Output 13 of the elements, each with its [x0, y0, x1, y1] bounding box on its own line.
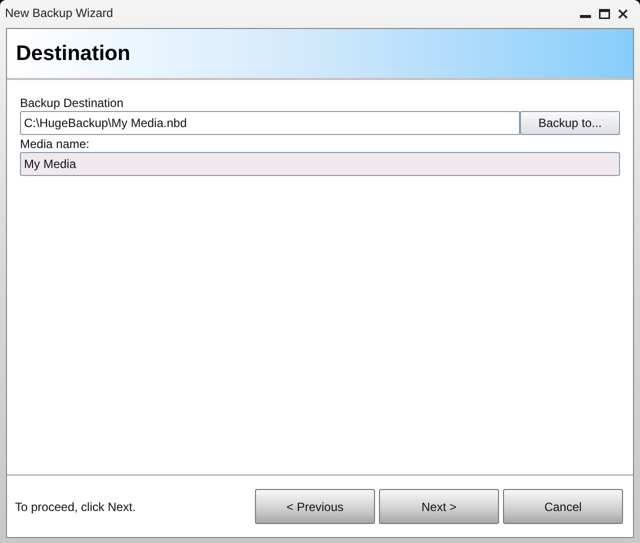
window-title: New Backup Wizard [5, 5, 114, 22]
wizard-button[interactable]: Cancel [503, 489, 623, 524]
wizard-button[interactable]: < Previous [255, 489, 375, 524]
field-label: Backup Destination [20, 96, 124, 111]
maximize-icon[interactable] [599, 9, 610, 19]
text-field[interactable]: My Media [20, 152, 620, 176]
hint-text: To proceed, click Next. [15, 498, 137, 516]
page-heading: Destination [16, 40, 130, 67]
text-field[interactable]: C:\HugeBackup\My Media.nbd [20, 111, 520, 135]
field-label: Media name: [20, 137, 90, 152]
close-icon[interactable] [618, 9, 628, 19]
browse-button[interactable]: Backup to... [520, 111, 620, 135]
wizard-button[interactable]: Next > [379, 489, 499, 524]
